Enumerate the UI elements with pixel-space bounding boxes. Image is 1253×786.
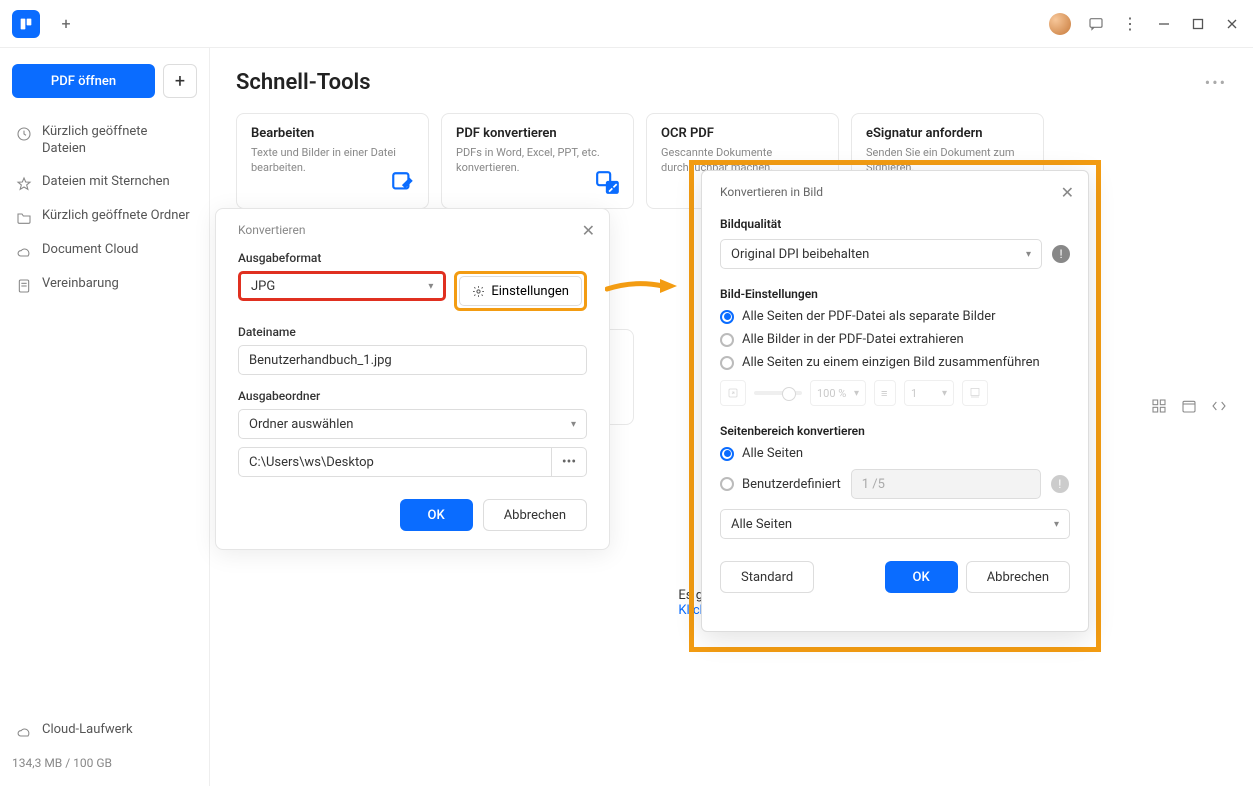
radio-custom-range[interactable]: Benutzerdefiniert [720,477,841,492]
ok-button[interactable]: OK [885,561,958,593]
chevron-down-icon: ▾ [1054,519,1059,530]
document-icon [16,278,32,294]
edit-icon [390,170,416,196]
standard-button[interactable]: Standard [720,561,814,593]
info-icon: ! [1051,475,1069,493]
star-icon [16,176,32,192]
cancel-button[interactable]: Abbrechen [483,499,587,531]
radio-icon [720,310,734,324]
maximize-button[interactable] [1189,15,1207,33]
minimize-button[interactable] [1155,15,1173,33]
range-input: 1 /5 [851,469,1041,499]
radio-icon [720,333,734,347]
close-button[interactable] [1223,15,1241,33]
info-icon[interactable]: ! [1052,245,1070,263]
chevron-down-icon: ▾ [571,419,576,430]
code-icon[interactable] [1211,398,1227,418]
quality-label: Bildqualität [720,217,1070,231]
zoom-slider [754,391,802,395]
image-settings-label: Bild-Einstellungen [720,287,1070,301]
radio-icon [720,356,734,370]
sidebar-item-recent-folders[interactable]: Kürzlich geöffnete Ordner [12,200,197,234]
format-label: Ausgabeformat [238,251,587,265]
export-icon [720,380,746,406]
radio-all-pages-separate[interactable]: Alle Seiten der PDF-Datei als separate B… [720,309,1070,324]
radio-all-pages[interactable]: Alle Seiten [720,446,1070,461]
tool-card-edit[interactable]: Bearbeiten Texte und Bilder in einer Dat… [236,113,429,209]
radio-merge-single[interactable]: Alle Seiten zu einem einzigen Bild zusam… [720,355,1070,370]
tool-card-convert[interactable]: PDF konvertieren PDFs in Word, Excel, PP… [441,113,634,209]
quality-select[interactable]: Original DPI beibehalten▾ [720,239,1042,269]
folder-icon [16,210,32,226]
card-title: Bearbeiten [251,126,414,141]
comment-icon[interactable] [1087,15,1105,33]
zoom-value: 100 %▾ [810,380,866,406]
folder-label: Ausgabeordner [238,389,587,403]
sidebar-item-recent-files[interactable]: Kürzlich geöffnete Dateien [12,116,197,166]
page-select[interactable]: Alle Seiten▾ [720,509,1070,539]
layout-icon [962,380,988,406]
card-title: eSignatur anfordern [866,126,1029,141]
path-input[interactable]: C:\Users\ws\Desktop [238,447,551,477]
sidebar-item-label: Document Cloud [42,242,138,259]
folder-select[interactable]: Ordner auswählen▾ [238,409,587,439]
dialog-title: Konvertieren in Bild [720,185,1070,199]
arrow-icon [605,278,677,294]
cloud-icon [16,724,32,740]
sidebar-item-label: Kürzlich geöffnete Ordner [42,208,190,225]
close-icon[interactable]: ✕ [582,221,595,240]
align-icon: ≡ [874,380,896,406]
cancel-button[interactable]: Abbrechen [966,561,1070,593]
filename-input[interactable]: Benutzerhandbuch_1.jpg [238,345,587,375]
chevron-down-icon: ▾ [428,281,433,292]
chevron-down-icon: ▾ [1026,249,1031,260]
titlebar: + ⋮ [0,0,1253,48]
ok-button[interactable]: OK [400,499,473,531]
sidebar-item-cloud-drive[interactable]: Cloud-Laufwerk [12,714,197,748]
format-select[interactable]: JPG▾ [238,271,446,301]
clock-icon [16,126,32,142]
gear-icon [472,285,485,298]
columns-value: 1▾ [904,380,954,406]
sidebar-item-document-cloud[interactable]: Document Cloud [12,234,197,268]
grid-view-icon[interactable] [1151,398,1167,418]
storage-text: 134,3 MB / 100 GB [12,756,197,770]
convert-dialog: Konvertieren ✕ Ausgabeformat JPG▾ Einste… [215,208,610,550]
browse-button[interactable]: ••• [551,447,587,477]
filename-label: Dateiname [238,325,587,339]
settings-button[interactable]: Einstellungen [459,276,582,306]
radio-extract-images[interactable]: Alle Bilder in der PDF-Datei extrahieren [720,332,1070,347]
new-tab-button[interactable]: + [52,10,80,38]
image-settings-dialog: Konvertieren in Bild ✕ Bildqualität Orig… [701,170,1089,632]
radio-icon [720,447,734,461]
open-pdf-button[interactable]: PDF öffnen [12,64,155,98]
add-button[interactable]: + [163,64,197,98]
close-icon[interactable]: ✕ [1061,183,1074,202]
sidebar-item-label: Dateien mit Sternchen [42,174,170,191]
card-title: OCR PDF [661,126,824,141]
radio-icon [720,477,734,491]
sidebar-item-label: Vereinbarung [42,276,119,293]
sidebar-item-starred[interactable]: Dateien mit Sternchen [12,166,197,200]
kebab-icon[interactable]: ⋮ [1121,15,1139,33]
avatar[interactable] [1049,13,1071,35]
convert-icon [595,170,621,196]
sidebar-item-label: Kürzlich geöffnete Dateien [42,124,193,158]
calendar-icon[interactable] [1181,398,1197,418]
range-label: Seitenbereich konvertieren [720,424,1070,438]
page-title: Schnell-Tools [236,70,371,95]
more-icon[interactable]: ••• [1205,73,1227,92]
card-title: PDF konvertieren [456,126,619,141]
sidebar: PDF öffnen + Kürzlich geöffnete Dateien … [0,48,210,786]
app-logo [12,10,40,38]
dialog-title: Konvertieren [238,223,587,237]
cloud-icon [16,244,32,260]
sidebar-item-label: Cloud-Laufwerk [42,722,133,739]
merge-toolbar: 100 %▾ ≡ 1▾ [720,380,1070,406]
sidebar-item-agreement[interactable]: Vereinbarung [12,268,197,302]
